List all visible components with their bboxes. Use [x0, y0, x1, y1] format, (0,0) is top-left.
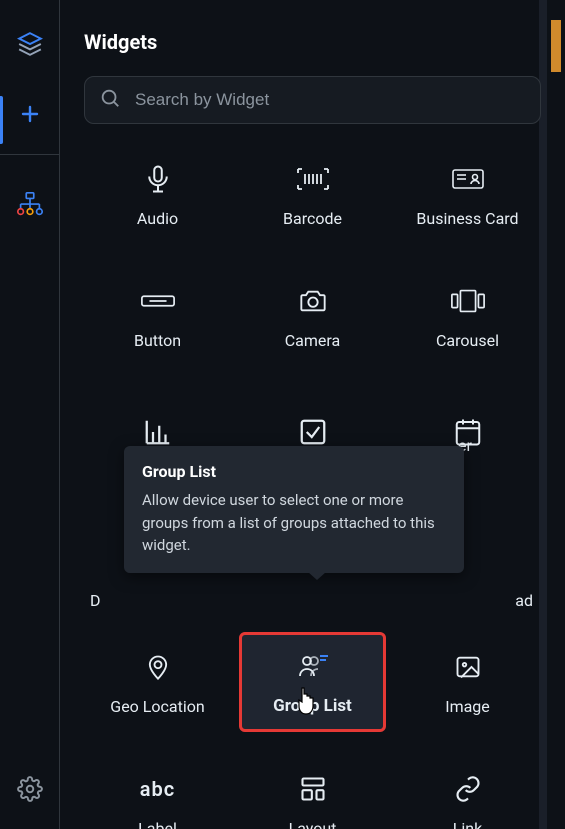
add-icon[interactable]	[10, 94, 50, 134]
search-input[interactable]	[135, 90, 526, 110]
widget-label[interactable]: abc Label	[84, 754, 231, 829]
settings-icon[interactable]	[10, 769, 50, 809]
microphone-icon	[140, 161, 176, 197]
carousel-icon	[450, 283, 486, 319]
text-abc-icon: abc	[140, 771, 176, 807]
button-icon	[140, 283, 176, 319]
widget-label: Link	[453, 819, 482, 829]
widget-label-text: Label	[138, 819, 177, 829]
tooltip-body: Allow device user to select one or more …	[142, 489, 446, 557]
layers-icon[interactable]	[10, 24, 50, 64]
widget-barcode[interactable]: Barcode	[239, 144, 386, 244]
tooltip-title: Group List	[142, 462, 446, 481]
search-field[interactable]	[84, 76, 541, 124]
widget-label: D	[90, 591, 101, 610]
widget-businesscard[interactable]: Business Card	[394, 144, 541, 244]
id-card-icon	[450, 161, 486, 197]
camera-icon	[295, 283, 331, 319]
widget-label: ad	[515, 591, 533, 610]
widget-carousel[interactable]: Carousel	[394, 266, 541, 366]
widget-button[interactable]: Button	[84, 266, 231, 366]
tooltip-arrow	[308, 572, 326, 580]
widget-label: Barcode	[283, 209, 342, 228]
sitemap-icon[interactable]	[10, 185, 50, 225]
widget-label: Group List	[273, 696, 352, 716]
widget-link[interactable]: Link	[394, 754, 541, 829]
widget-label: Button	[134, 331, 181, 350]
checkbox-icon	[295, 414, 331, 450]
widget-image[interactable]: Image	[394, 632, 541, 732]
link-icon	[450, 771, 486, 807]
layout-icon	[295, 771, 331, 807]
barcode-icon	[295, 161, 331, 197]
widgets-panel: Widgets Audio Barcode Business Ca	[60, 0, 565, 829]
left-nav-rail	[0, 0, 60, 829]
map-pin-icon	[140, 649, 176, 685]
widget-label: Carousel	[436, 331, 499, 350]
tooltip: Group List Allow device user to select o…	[124, 446, 464, 573]
widget-label: Camera	[285, 331, 340, 350]
widget-label: Image	[445, 697, 490, 716]
image-icon	[450, 649, 486, 685]
widget-grouplist[interactable]: Group List	[239, 632, 386, 732]
group-list-icon	[295, 648, 331, 684]
widget-label: Audio	[137, 209, 178, 228]
active-indicator	[0, 96, 3, 144]
widget-camera[interactable]: Camera	[239, 266, 386, 366]
widget-geolocation[interactable]: Geo Location	[84, 632, 231, 732]
widget-audio[interactable]: Audio	[84, 144, 231, 244]
widget-label: Layout	[289, 819, 337, 829]
bar-chart-icon	[140, 414, 176, 450]
search-icon	[99, 87, 121, 113]
widget-layout[interactable]: Layout	[239, 754, 386, 829]
panel-title: Widgets	[84, 30, 541, 54]
rail-divider	[0, 154, 60, 155]
widget-label: Business Card	[416, 209, 518, 228]
widget-label: Geo Location	[110, 697, 204, 716]
